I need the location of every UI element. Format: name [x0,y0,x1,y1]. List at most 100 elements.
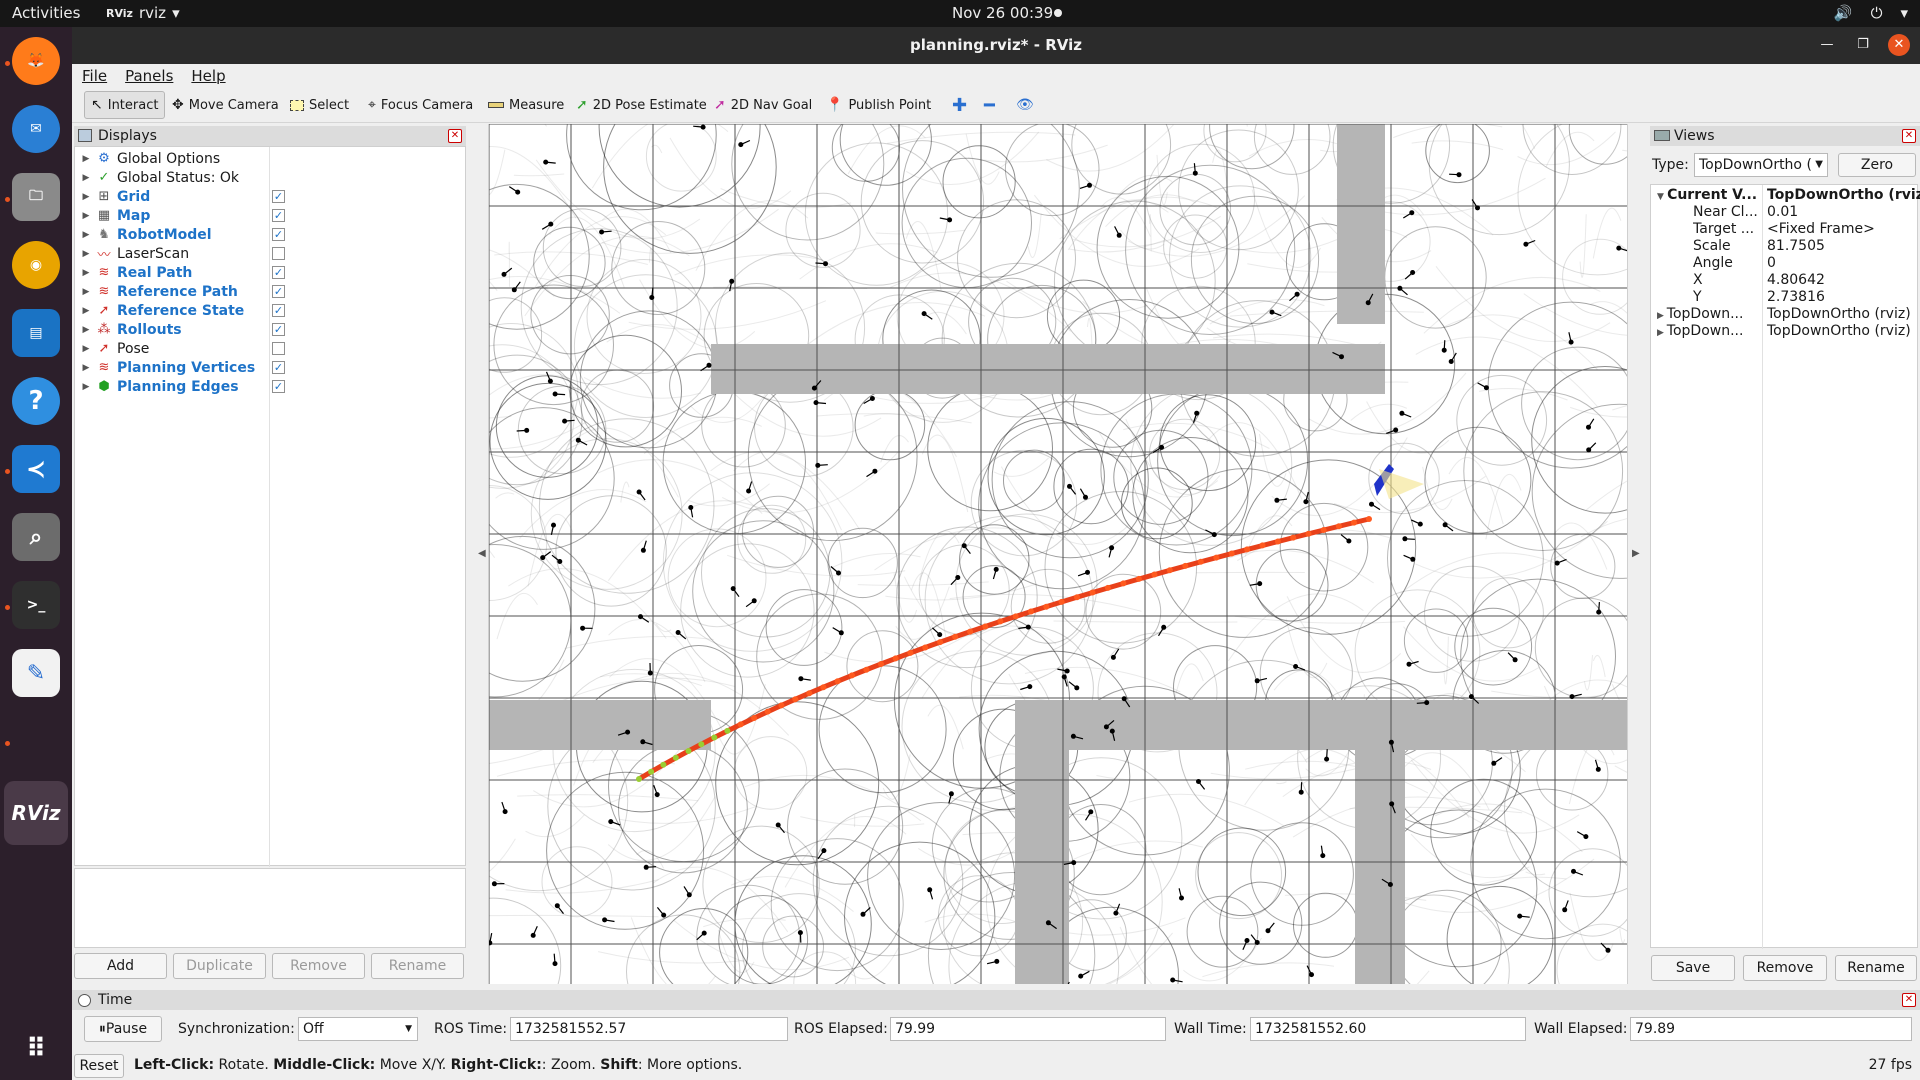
app-menu[interactable]: RViz rviz ▾ [106,4,180,22]
view-prop-row[interactable]: Target ... <Fixed Frame> [1651,221,1917,238]
search-icon[interactable]: ⌕ [12,513,60,561]
files-icon[interactable]: 🗀 [12,173,60,221]
view-prop-value[interactable]: <Fixed Frame> [1767,221,1875,237]
save-view-button[interactable]: Save [1651,955,1735,981]
zero-view-button[interactable]: Zero [1838,153,1916,177]
expand-arrow-icon[interactable]: ▶ [77,154,95,164]
scene-canvas[interactable] [489,124,1628,984]
menu-panels[interactable]: Panels [125,67,173,85]
current-view-row[interactable]: ▼ Current V... TopDownOrtho (rviz) [1651,187,1920,204]
close-icon[interactable]: ✕ [1888,34,1910,56]
view-prop-row[interactable]: Angle 0 [1651,255,1917,272]
enable-checkbox[interactable] [272,342,285,355]
menu-help[interactable]: Help [191,67,225,85]
enable-checkbox[interactable]: ✓ [272,190,285,203]
expand-arrow-icon[interactable]: ▶ [77,382,95,392]
enable-checkbox[interactable]: ✓ [272,380,285,393]
display-row-global-options[interactable]: ▶ ⚙ Global Options [75,149,465,168]
volume-icon[interactable]: 🔊 [1834,4,1853,22]
enable-checkbox[interactable]: ✓ [272,361,285,374]
wall-time-field[interactable]: 1732581552.60 [1250,1017,1526,1041]
enable-checkbox[interactable]: ✓ [272,266,285,279]
expand-arrow-icon[interactable]: ▶ [77,249,95,259]
remove-display-button[interactable]: Remove [272,953,365,979]
add-tool-icon[interactable]: ✚ [946,91,973,119]
chevron-down-icon[interactable]: ▾ [1900,4,1908,22]
duplicate-display-button[interactable]: Duplicate [173,953,266,979]
view-prop-value[interactable]: 4.80642 [1767,272,1825,288]
menu-file[interactable]: File [82,67,107,85]
enable-checkbox[interactable]: ✓ [272,285,285,298]
display-row-laser-scan[interactable]: ▶ 〰 LaserScan [75,244,465,263]
libreoffice-writer-icon[interactable]: ▤ [12,309,60,357]
collapse-right-arrow-icon[interactable]: ▶ [1632,548,1640,559]
enable-checkbox[interactable]: ✓ [272,304,285,317]
maximize-icon[interactable]: ❐ [1852,34,1874,56]
saved-view-row[interactable]: ▶ TopDown... TopDownOrtho (rviz) [1651,323,1917,340]
display-row-planning-edges[interactable]: ▶ ⬢ Planning Edges ✓ [75,377,465,396]
expand-arrow-icon[interactable]: ▶ [77,211,95,221]
activities-button[interactable]: Activities [12,4,80,22]
view-prop-row[interactable]: Near Cl... 0.01 [1651,204,1917,221]
view-prop-value[interactable]: 2.73816 [1767,289,1825,305]
firefox-icon[interactable]: 🦊 [12,37,60,85]
expand-arrow-icon[interactable]: ▶ [77,192,95,202]
expand-arrow-icon[interactable]: ▶ [77,325,95,335]
rhythmbox-icon[interactable]: ◉ [12,241,60,289]
interact-tool-button[interactable]: ↖ Interact [84,91,166,119]
collapse-arrow-icon[interactable]: ▼ [1657,192,1667,202]
close-icon[interactable]: ✕ [448,129,462,143]
rename-display-button[interactable]: Rename [371,953,464,979]
display-row-real-path[interactable]: ▶ ≋ Real Path ✓ [75,263,465,282]
nav-goal-tool-button[interactable]: ➚ 2D Nav Goal [708,91,818,119]
display-row-global-status[interactable]: ▶ ✓ Global Status: Ok [75,168,465,187]
rename-view-button[interactable]: Rename [1835,955,1917,981]
sync-select[interactable]: Off ▼ [298,1017,418,1041]
terminal-icon[interactable]: >_ [12,581,60,629]
eye-icon[interactable]: 👁 [1010,91,1040,119]
expand-arrow-icon[interactable]: ▶ [1657,311,1667,321]
minimize-icon[interactable]: — [1816,34,1838,56]
system-tray[interactable]: 🔊 ⏻ ▾ [1834,4,1908,22]
expand-arrow-icon[interactable]: ▶ [77,287,95,297]
display-row-planning-vertices[interactable]: ▶ ≋ Planning Vertices ✓ [75,358,465,377]
view-prop-row[interactable]: X 4.80642 [1651,272,1917,289]
remove-tool-icon[interactable]: ━ [978,91,1001,119]
display-row-reference-path[interactable]: ▶ ≋ Reference Path ✓ [75,282,465,301]
expand-arrow-icon[interactable]: ▶ [1657,328,1667,338]
focus-camera-tool-button[interactable]: ⌖ Focus Camera [362,91,479,119]
display-row-robot-model[interactable]: ▶ ♞ RobotModel ✓ [75,225,465,244]
clock[interactable]: Nov 26 00:39 [952,4,1053,22]
display-row-reference-state[interactable]: ▶ ➚ Reference State ✓ [75,301,465,320]
power-icon[interactable]: ⏻ [1871,4,1883,22]
enable-checkbox[interactable]: ✓ [272,228,285,241]
publish-point-tool-button[interactable]: 📍 Publish Point [820,91,937,119]
view-prop-value[interactable]: 0.01 [1767,204,1798,220]
close-icon[interactable]: ✕ [1902,129,1916,143]
expand-arrow-icon[interactable]: ▶ [77,344,95,354]
app-grid-icon[interactable]: ⠿ [12,1025,60,1073]
add-display-button[interactable]: Add [74,953,167,979]
select-tool-button[interactable]: Select [284,91,355,119]
display-row-rollouts[interactable]: ▶ ⁂ Rollouts ✓ [75,320,465,339]
ros-time-field[interactable]: 1732581552.57 [510,1017,788,1041]
collapse-left-arrow-icon[interactable]: ◀ [478,548,486,559]
view-prop-row[interactable]: Scale 81.7505 [1651,238,1917,255]
saved-view-row[interactable]: ▶ TopDown... TopDownOrtho (rviz) [1651,306,1917,323]
reset-button[interactable]: Reset [74,1054,124,1078]
view-prop-value[interactable]: 0 [1767,255,1776,271]
rviz-dock-icon[interactable]: RViz [4,781,68,845]
measure-tool-button[interactable]: Measure [482,91,570,119]
help-icon[interactable]: ? [12,377,60,425]
thunderbird-icon[interactable]: ✉ [12,105,60,153]
display-row-grid[interactable]: ▶ ⊞ Grid ✓ [75,187,465,206]
expand-arrow-icon[interactable]: ▶ [77,363,95,373]
view-type-select[interactable]: TopDownOrtho ( ▼ [1694,153,1828,177]
expand-arrow-icon[interactable]: ▶ [77,306,95,316]
pose-estimate-tool-button[interactable]: ➚ 2D Pose Estimate [570,91,713,119]
enable-checkbox[interactable] [272,247,285,260]
display-row-pose[interactable]: ▶ ➚ Pose [75,339,465,358]
close-icon[interactable]: ✕ [1902,993,1916,1007]
enable-checkbox[interactable]: ✓ [272,323,285,336]
move-camera-tool-button[interactable]: ✥ Move Camera [166,91,285,119]
